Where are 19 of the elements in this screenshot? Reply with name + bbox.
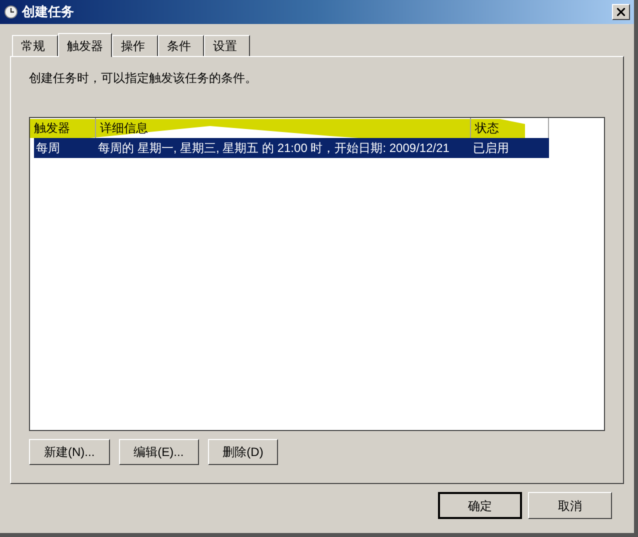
description-text: 创建任务时，可以指定触发该任务的条件。	[29, 70, 258, 87]
dialog-button[interactable]: 取消	[528, 492, 612, 519]
tab[interactable]: 常规	[12, 35, 58, 56]
clock-icon	[4, 5, 18, 19]
list-action-button[interactable]: 删除(D)	[208, 439, 278, 465]
table-cell-text: 每周	[35, 140, 61, 157]
window-title: 创建任务	[22, 3, 75, 22]
close-button[interactable]	[612, 4, 630, 20]
tab[interactable]: 设置	[204, 35, 250, 56]
list-action-button[interactable]: 新建(N)...	[29, 439, 110, 465]
table-cell-text: 每周的 星期一, 星期三, 星期五 的 21:00 时，开始日期: 2009/12/21	[97, 140, 450, 157]
table-row[interactable]: 每周 每周的 星期一, 星期三, 星期五 的 21:00 时，开始日期: 2009/12/21 已启用	[34, 138, 549, 158]
tab[interactable]: 触发器	[58, 33, 112, 57]
dialog-button[interactable]: 确定	[438, 492, 522, 519]
table-cell-text: 已启用	[472, 140, 510, 157]
tab[interactable]: 操作	[112, 35, 158, 56]
close-icon	[617, 8, 625, 16]
list-action-button[interactable]: 编辑(E)...	[118, 439, 199, 465]
tab[interactable]: 条件	[158, 35, 204, 56]
